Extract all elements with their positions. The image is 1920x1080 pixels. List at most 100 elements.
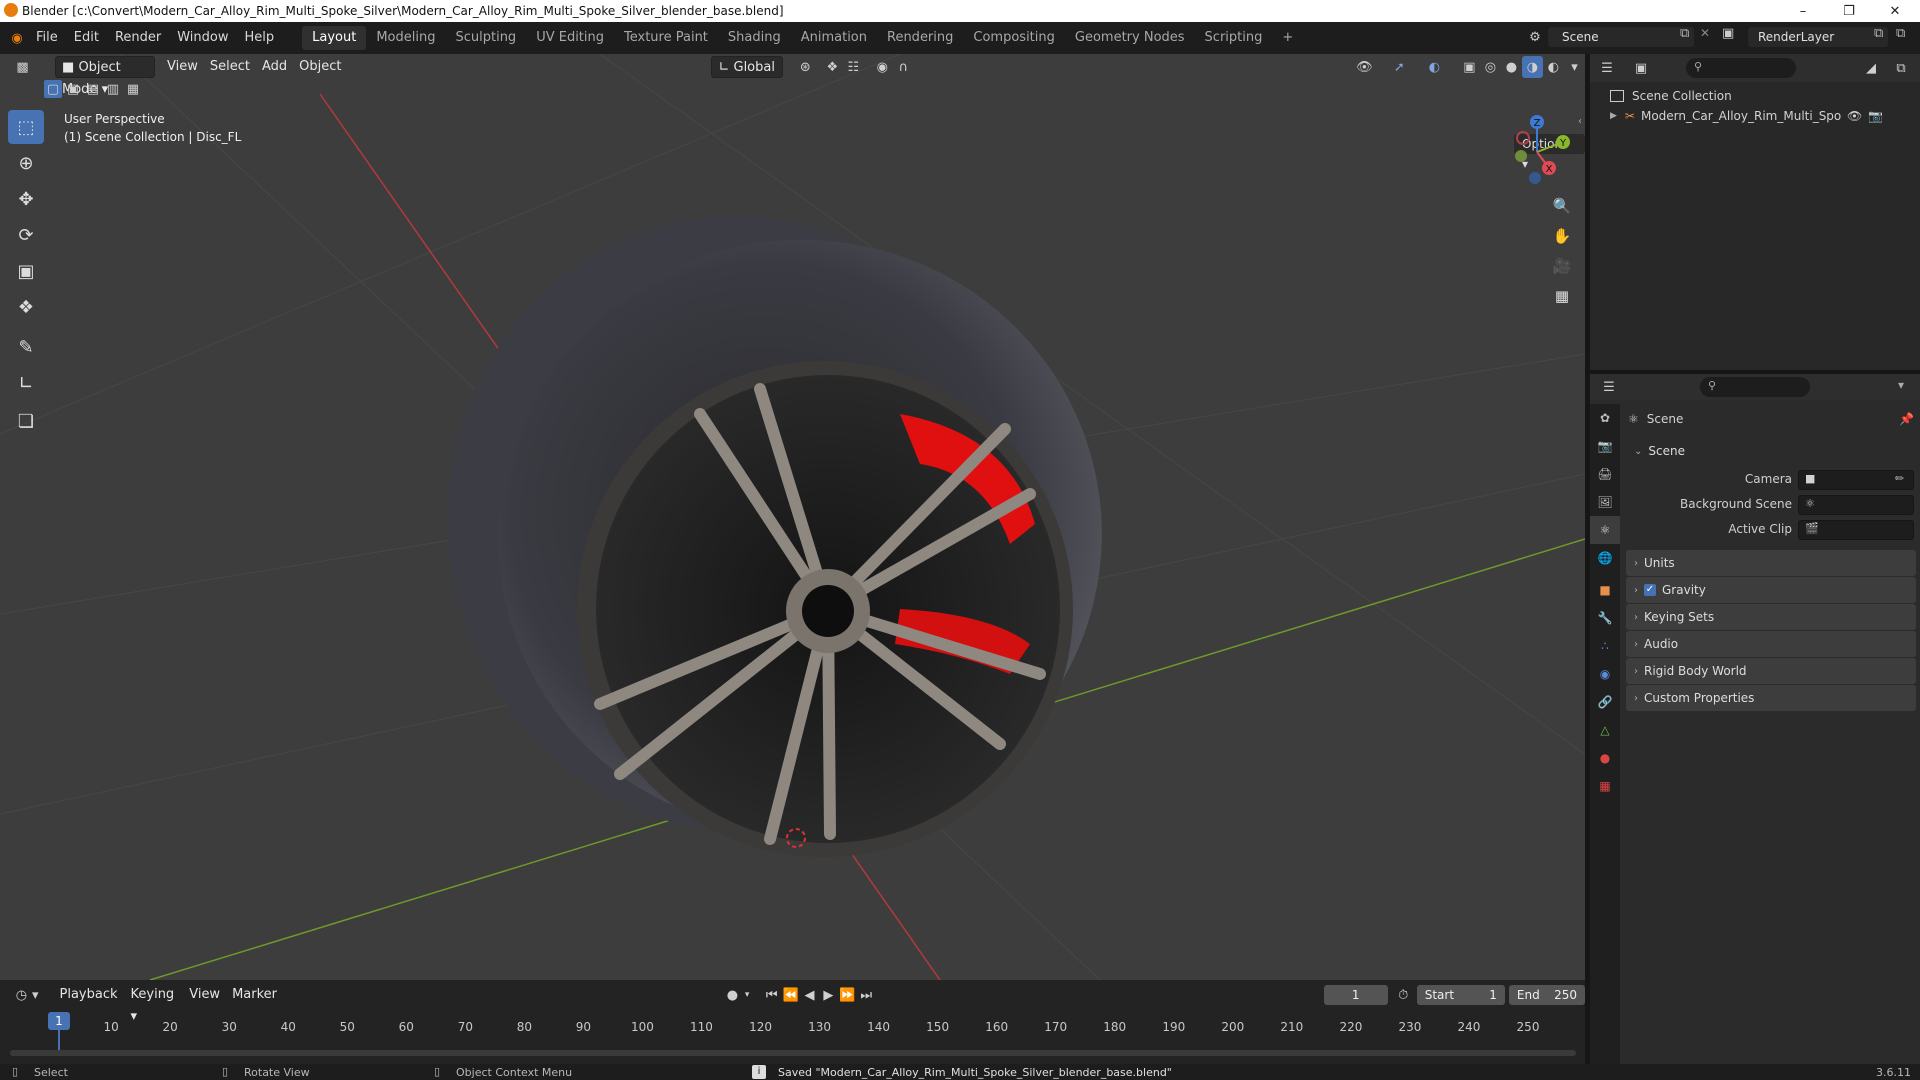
tab-shading[interactable]: Shading [718,26,791,50]
annotate-tool-icon[interactable]: ✎ [8,330,44,364]
mode-selector[interactable]: ■ Object Mode ▾ [55,56,155,97]
maximize-icon[interactable]: ❐ [1826,0,1872,22]
outliner-row-scene-collection[interactable]: Scene Collection [1610,86,1732,106]
modifiers-tab-icon[interactable]: 🔧 [1590,604,1620,632]
shading-solid-icon[interactable]: ● [1501,56,1522,78]
pan-hand-icon[interactable]: ✋ [1548,222,1576,250]
scene-name-field[interactable]: Scene [1548,27,1694,47]
play-reverse-icon[interactable]: ◀ [800,984,819,1006]
close-icon[interactable]: ✕ [1872,0,1918,22]
render-tab-icon[interactable]: 📷 [1590,432,1620,460]
jump-end-icon[interactable]: ⏭ [857,984,876,1006]
timeline-editor-dropdown-icon[interactable]: ▾ [31,984,40,1006]
filter-icon[interactable]: ◢ [1860,57,1882,79]
timeline-menu-marker[interactable]: Marker [226,984,283,1006]
tab-modeling[interactable]: Modeling [366,26,445,50]
falloff-icon[interactable]: ∩ [893,56,914,78]
eyedropper-icon[interactable]: ✏ [1895,472,1904,485]
new-scene-icon[interactable]: ⧉ [1680,26,1689,41]
expand-arrow-icon[interactable]: ▶ [1610,106,1617,126]
timeline-scrollbar[interactable] [10,1050,1576,1056]
timeline-menu-keying[interactable]: Keying ▾ [125,984,184,1024]
view-layer-tab-icon[interactable]: 🖼 [1590,488,1620,516]
pivot-point-icon[interactable]: ⊛ [795,56,816,78]
tab-texture-paint[interactable]: Texture Paint [614,26,718,50]
custom-properties-panel-header[interactable]: › Custom Properties [1626,685,1916,711]
scale-tool-icon[interactable]: ▣ [8,254,44,288]
keying-sets-panel-header[interactable]: › Keying Sets [1626,604,1916,630]
keying-dropdown-icon[interactable]: ▾ [742,984,752,1006]
move-tool-icon[interactable]: ✥ [8,182,44,216]
overlays-toggle-icon[interactable]: ◐ [1424,56,1445,78]
auto-keying-icon[interactable]: ● [723,984,742,1006]
scene-browse-icon[interactable]: ⚙ [1524,26,1546,48]
xray-toggle-icon[interactable]: ▣ [1459,56,1480,78]
select-subtract-icon[interactable]: ▤ [84,80,102,98]
gizmo-neg-z-axis[interactable] [1529,172,1541,184]
blender-menu-icon[interactable]: ◉ [6,27,28,49]
tab-sculpting[interactable]: Sculpting [445,26,526,50]
shading-wireframe-icon[interactable]: ◎ [1480,56,1501,78]
gizmo-neg-x-axis[interactable] [1516,131,1530,145]
outliner-editor-type-icon[interactable]: ☰ [1596,57,1618,79]
minimize-icon[interactable]: – [1780,0,1826,22]
scene-panel-header[interactable]: ⌄ Scene [1626,438,1916,464]
outliner-search-input[interactable]: ⚲ [1686,58,1796,78]
menu-edit[interactable]: Edit [66,26,107,50]
current-frame-field[interactable]: 1 [1323,985,1388,1005]
jump-start-icon[interactable]: ⏮ [762,984,781,1006]
remove-renderlayer-icon[interactable]: ⧉ [1896,26,1905,41]
select-invert-icon[interactable]: ▥ [104,80,122,98]
viewport-menu-select[interactable]: Select [204,56,256,78]
texture-tab-icon[interactable]: ▦ [1590,772,1620,800]
gravity-panel-header[interactable]: › ✓ Gravity [1626,577,1916,603]
editor-type-icon[interactable]: ▩ [12,56,33,78]
renderlayer-name-field[interactable]: RenderLayer [1748,27,1888,47]
measure-tool-icon[interactable]: ∟ [8,366,44,400]
tab-compositing[interactable]: Compositing [963,26,1065,50]
select-box-tool-icon[interactable]: ⬚ [8,110,44,144]
jump-keyframe-forward-icon[interactable]: ⏩ [838,984,857,1006]
tab-rendering[interactable]: Rendering [877,26,963,50]
frame-ruler[interactable]: 1102030405060708090100110120130140150160… [8,1014,1578,1044]
transform-orientation-dropdown[interactable]: ∟ Global [711,56,783,78]
physics-tab-icon[interactable]: ◉ [1590,660,1620,688]
tab-scripting[interactable]: Scripting [1195,26,1273,50]
data-tab-icon[interactable]: △ [1590,716,1620,744]
timeline-menu-view[interactable]: View [183,984,226,1006]
constraints-tab-icon[interactable]: 🔗 [1590,688,1620,716]
shading-rendered-icon[interactable]: ◐ [1543,56,1564,78]
jump-keyframe-back-icon[interactable]: ⏪ [781,984,800,1006]
proportional-edit-icon[interactable]: ◉ [872,56,893,78]
start-frame-field[interactable]: Start 1 [1416,985,1505,1005]
gizmo-neg-y-axis[interactable] [1515,150,1527,162]
properties-search-input[interactable]: ⚲ [1700,377,1810,397]
tab-animation[interactable]: Animation [791,26,877,50]
snap-target-icon[interactable]: ☷ [843,56,864,78]
zoom-icon[interactable]: 🔍 [1548,192,1576,220]
particles-tab-icon[interactable]: ∴ [1590,632,1620,660]
viewport-menu-view[interactable]: View [161,56,204,78]
gizmo-toggle-icon[interactable]: ➚ [1389,56,1410,78]
properties-editor-type-icon[interactable]: ☰ [1598,376,1620,398]
outliner-row-object[interactable]: ▶ ✂ Modern_Car_Alloy_Rim_Multi_Spoke_Sil… [1610,106,1910,126]
active-clip-field[interactable]: 🎬 [1798,520,1914,540]
navigation-gizmo[interactable]: Z Y X [1497,112,1577,192]
add-cube-tool-icon[interactable]: ❏ [8,404,44,438]
timeline-editor-type-icon[interactable]: ◷ [12,984,31,1006]
renderlayer-browse-icon[interactable]: ▣ [1722,26,1734,41]
render-camera-icon[interactable]: 📷 [1868,106,1883,126]
status-message[interactable]: Saved "Modern_Car_Alloy_Rim_Multi_Spoke_… [778,1066,1172,1079]
material-tab-icon[interactable]: ● [1590,744,1620,772]
gravity-checkbox[interactable]: ✓ [1644,584,1656,596]
properties-options-icon[interactable]: ▾ [1898,378,1904,392]
output-tab-icon[interactable]: 🖨 [1590,460,1620,488]
add-workspace-button[interactable]: + [1272,26,1303,50]
select-extend-icon[interactable]: ▣ [64,80,82,98]
snap-icon[interactable]: ❖ [822,56,843,78]
playhead[interactable]: 1 [48,1012,70,1030]
shading-material-icon[interactable]: ◑ [1521,56,1543,78]
camera-view-icon[interactable]: 🎥 [1548,252,1576,280]
select-intersect-icon[interactable]: ▦ [124,80,142,98]
menu-window[interactable]: Window [169,26,236,50]
